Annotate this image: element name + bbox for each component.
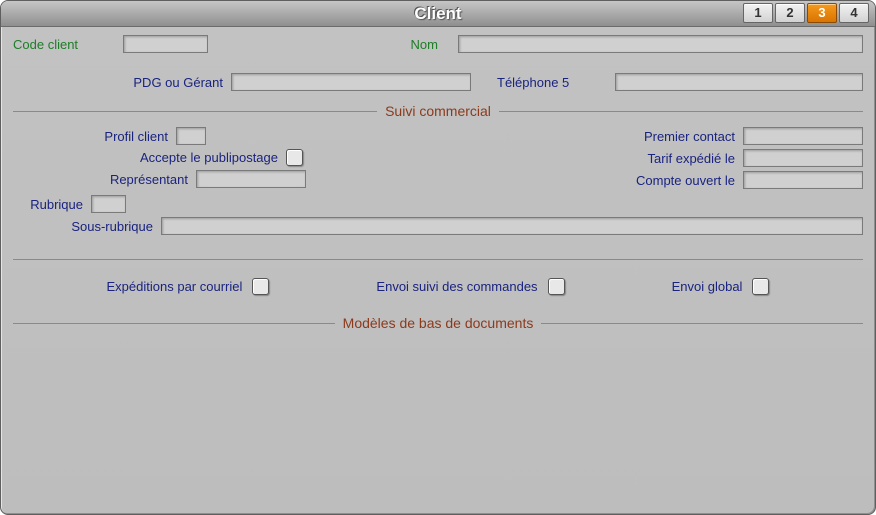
- pdg-row: PDG ou Gérant Téléphone 5: [13, 73, 863, 91]
- envoi-global-checkbox[interactable]: [752, 278, 769, 295]
- expeditions-courriel-checkbox[interactable]: [252, 278, 269, 295]
- rubrique-label: Rubrique: [13, 197, 83, 212]
- tarif-expedie-input[interactable]: [743, 149, 863, 167]
- form-body: Code client Nom PDG ou Gérant Téléphone …: [1, 27, 875, 514]
- profil-client-label: Profil client: [13, 129, 168, 144]
- envoi-global-label: Envoi global: [672, 279, 743, 294]
- modeles-legend: Modèles de bas de documents: [335, 315, 542, 331]
- code-client-label: Code client: [13, 37, 103, 52]
- tel5-label: Téléphone 5: [497, 75, 607, 90]
- compte-ouvert-input[interactable]: [743, 171, 863, 189]
- client-window: Client 1 2 3 4 Code client Nom PDG ou Gé…: [0, 0, 876, 515]
- modeles-group: Modèles de bas de documents: [13, 315, 863, 345]
- header-row: Code client Nom: [13, 35, 863, 53]
- tab-3[interactable]: 3: [807, 3, 837, 23]
- compte-ouvert-label: Compte ouvert le: [636, 173, 735, 188]
- accepte-publipostage-checkbox[interactable]: [286, 149, 303, 166]
- tab-4[interactable]: 4: [839, 3, 869, 23]
- accepte-publipostage-label: Accepte le publipostage: [13, 150, 278, 165]
- tab-2[interactable]: 2: [775, 3, 805, 23]
- pdg-label: PDG ou Gérant: [13, 75, 223, 90]
- sous-rubrique-label: Sous-rubrique: [13, 219, 153, 234]
- separator-1: [13, 259, 863, 260]
- envoi-suivi-label: Envoi suivi des commandes: [376, 279, 537, 294]
- envoi-suivi-checkbox[interactable]: [548, 278, 565, 295]
- rubrique-input[interactable]: [91, 195, 126, 213]
- page-tabs: 1 2 3 4: [743, 3, 869, 23]
- nom-label: Nom: [398, 37, 438, 52]
- profil-client-input[interactable]: [176, 127, 206, 145]
- tab-1[interactable]: 1: [743, 3, 773, 23]
- tel5-input[interactable]: [615, 73, 863, 91]
- representant-label: Représentant: [13, 172, 188, 187]
- suivi-commercial-group: Suivi commercial Profil client Accepte l…: [13, 103, 863, 245]
- tarif-expedie-label: Tarif expédié le: [648, 151, 735, 166]
- representant-input[interactable]: [196, 170, 306, 188]
- sous-rubrique-input[interactable]: [161, 217, 863, 235]
- suivi-legend: Suivi commercial: [377, 103, 499, 119]
- premier-contact-input[interactable]: [743, 127, 863, 145]
- pdg-input[interactable]: [231, 73, 471, 91]
- expeditions-courriel-label: Expéditions par courriel: [107, 279, 243, 294]
- email-options-row: Expéditions par courriel Envoi suivi des…: [13, 274, 863, 299]
- nom-input[interactable]: [458, 35, 863, 53]
- premier-contact-label: Premier contact: [644, 129, 735, 144]
- code-client-input[interactable]: [123, 35, 208, 53]
- titlebar: Client 1 2 3 4: [1, 1, 875, 27]
